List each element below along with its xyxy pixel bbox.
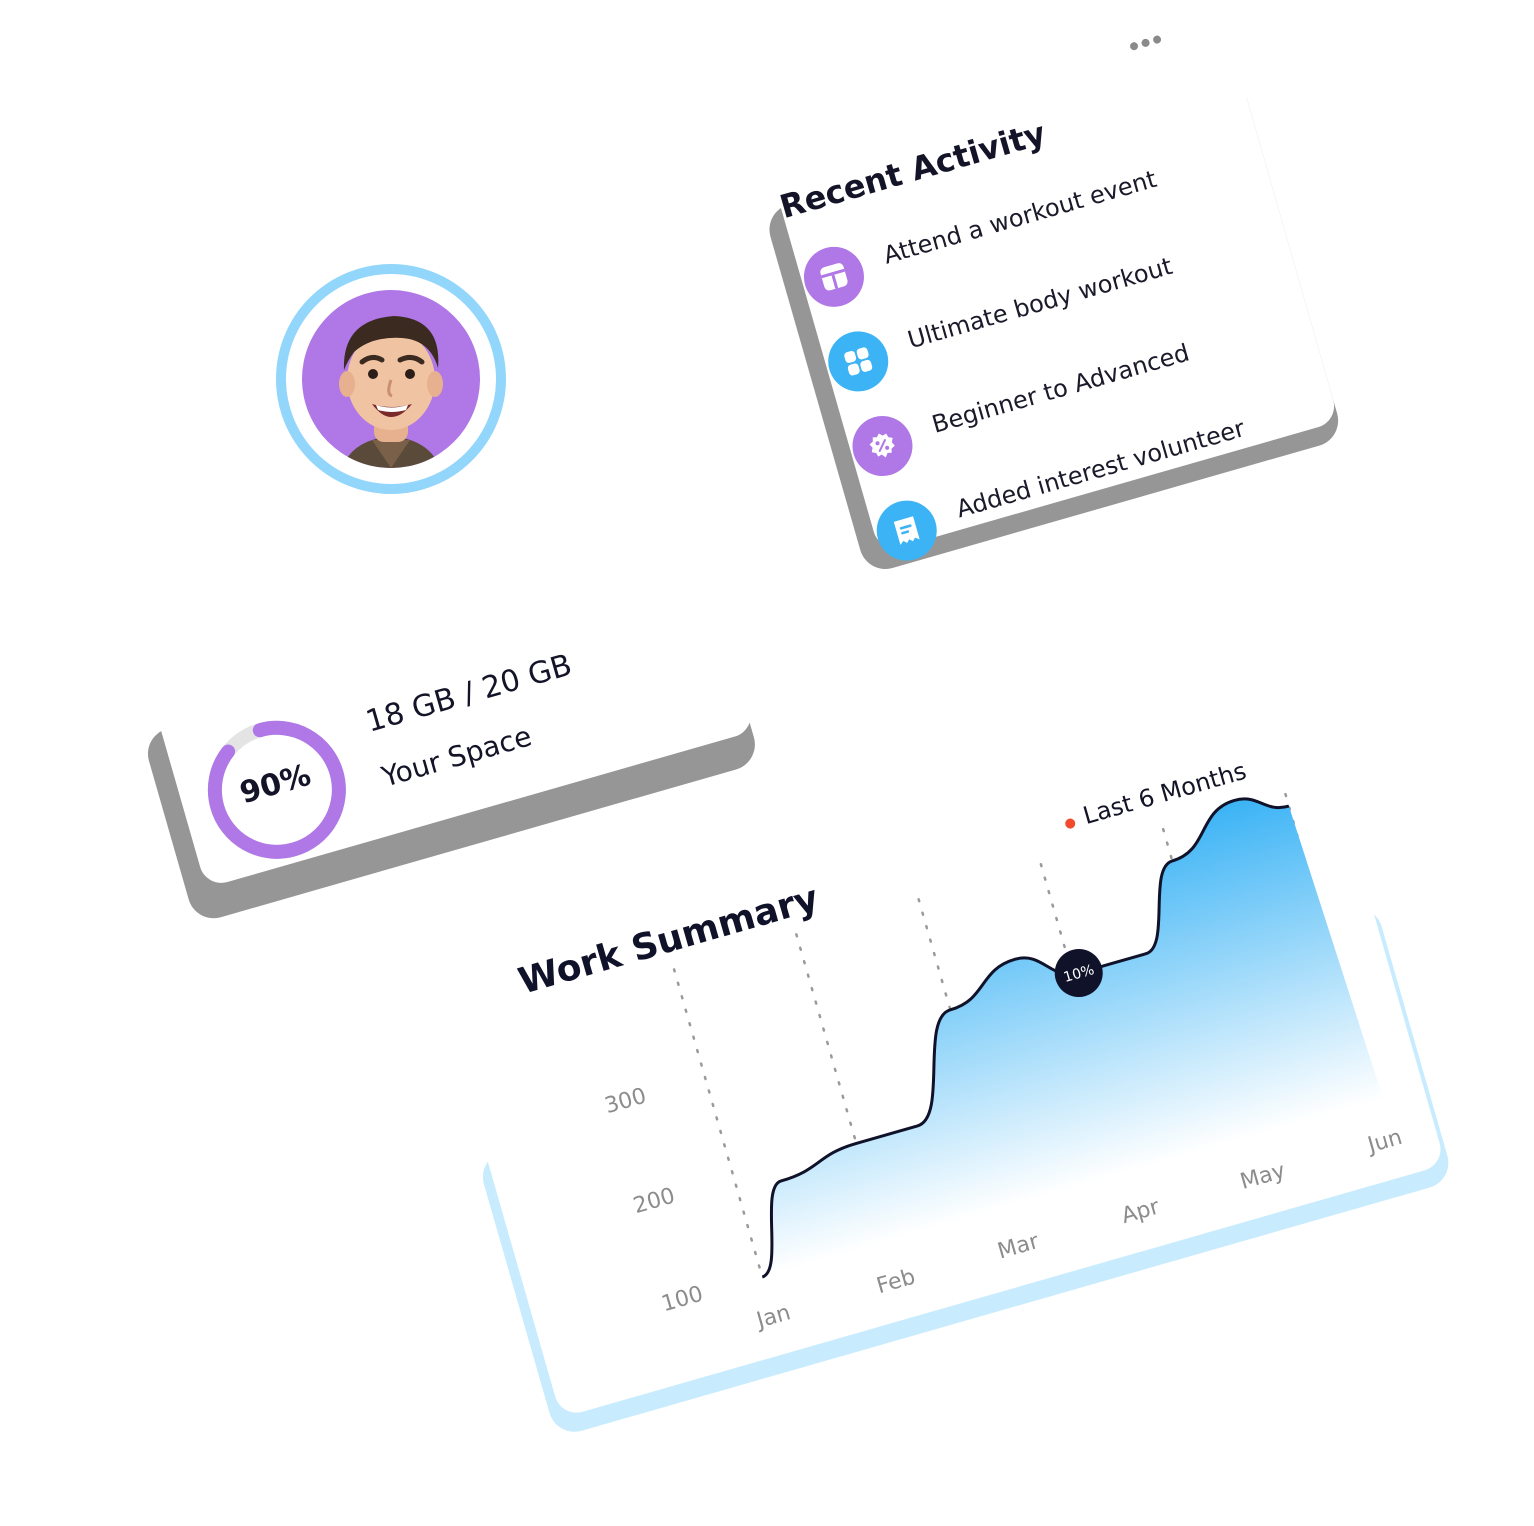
- x-tick-label: Mar: [995, 1229, 1043, 1265]
- layout-icon: [796, 239, 872, 314]
- grid-icon: [821, 324, 896, 399]
- recent-activity-card: Recent Activity Attend a workout event U…: [758, 0, 1345, 576]
- storage-card: 90% 18 GB / 20 GB Your Space: [141, 534, 762, 925]
- y-tick-label: 200: [631, 1184, 678, 1220]
- x-tick-label: May: [1238, 1158, 1289, 1195]
- more-horizontal-icon[interactable]: [1127, 26, 1168, 52]
- x-tick-label: Jun: [1363, 1125, 1405, 1159]
- dashboard-stage: Recent Activity Attend a workout event U…: [0, 0, 1534, 1526]
- y-tick-label: 100: [659, 1282, 706, 1318]
- storage-used-text: 18 GB / 20 GB: [362, 647, 576, 740]
- grid-line: [672, 968, 764, 1279]
- x-tick-label: Feb: [874, 1264, 918, 1299]
- profile-avatar-ring[interactable]: [276, 264, 506, 494]
- x-tick-label: Apr: [1119, 1194, 1163, 1229]
- discount-badge-icon: [845, 408, 920, 484]
- y-tick-label: 300: [602, 1084, 649, 1120]
- x-tick-label: Jan: [752, 1300, 793, 1334]
- person-photo-icon: [339, 316, 443, 468]
- avatar[interactable]: [302, 290, 480, 468]
- chart-area: [762, 799, 1384, 1278]
